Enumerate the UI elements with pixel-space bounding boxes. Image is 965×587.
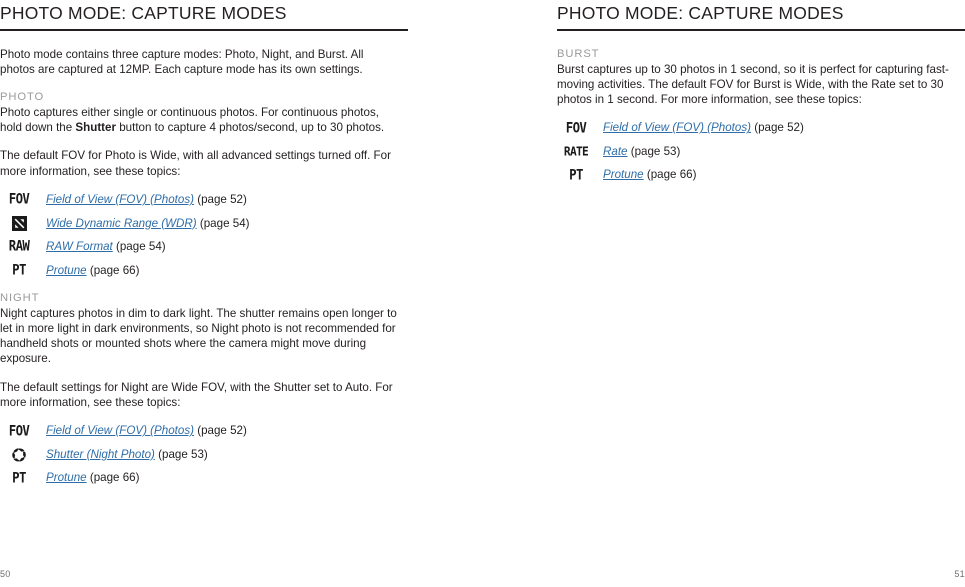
section-photo: PHOTO Photo captures either single or co… <box>0 90 400 282</box>
list-item[interactable]: Shutter (Night Photo) (page 53) <box>0 443 400 467</box>
list-item[interactable]: PT Protune (page 66) <box>557 163 957 187</box>
topic-link[interactable]: Field of View (FOV) (Photos) <box>603 121 751 134</box>
rate-icon-glyph: RATE <box>563 144 589 159</box>
list-item[interactable]: FOV Field of View (FOV) (Photos) (page 5… <box>0 419 400 443</box>
topic-page-ref: (page 66) <box>86 471 140 485</box>
list-item[interactable]: RATE Rate (page 53) <box>557 140 957 164</box>
page-title-right: PHOTO MODE: CAPTURE MODES <box>557 3 844 23</box>
section-photo-body: Photo captures either single or continuo… <box>0 105 400 135</box>
section-label-burst: BURST <box>557 47 600 60</box>
list-item[interactable]: FOV Field of View (FOV) (Photos) (page 5… <box>0 188 400 212</box>
topic-link[interactable]: Protune <box>46 471 87 484</box>
section-burst: BURST Burst captures up to 30 photos in … <box>557 47 957 187</box>
topic-page-ref: (page 53) <box>154 447 208 461</box>
list-item[interactable]: Wide Dynamic Range (WDR) (page 54) <box>0 211 400 235</box>
list-item[interactable]: FOV Field of View (FOV) (Photos) (page 5… <box>557 116 957 140</box>
topic-text: Protune (page 66) <box>603 167 696 182</box>
topic-page-ref: (page 54) <box>112 240 166 254</box>
topic-text: Protune (page 66) <box>46 470 139 485</box>
wdr-icon-svg <box>11 215 27 231</box>
topic-link[interactable]: Protune <box>603 168 644 181</box>
topic-link[interactable]: Shutter (Night Photo) <box>46 448 155 461</box>
topic-text: Field of View (FOV) (Photos) (page 52) <box>603 120 804 135</box>
section-photo-body-post: button to capture 4 photos/second, up to… <box>116 121 385 135</box>
intro-paragraph: Photo mode contains three capture modes:… <box>0 47 364 76</box>
page-number-right: 51 <box>954 569 965 579</box>
topic-link[interactable]: Rate <box>603 145 628 158</box>
shutter-term: Shutter <box>75 121 116 135</box>
topic-page-ref: (page 66) <box>86 263 140 277</box>
protune-icon-glyph: PT <box>12 260 26 278</box>
protune-icon-glyph: PT <box>569 165 583 183</box>
topic-text: Protune (page 66) <box>46 263 139 278</box>
fov-icon: FOV <box>557 118 603 136</box>
manual-page-spread: PHOTO MODE: CAPTURE MODES Photo mode con… <box>0 0 965 587</box>
raw-icon: RAW <box>0 237 46 255</box>
fov-icon-glyph: FOV <box>8 190 30 208</box>
topic-page-ref: (page 52) <box>193 193 247 207</box>
topic-page-ref: (page 52) <box>193 424 247 438</box>
page-number-left: 50 <box>0 569 11 579</box>
section-photo-lead: The default FOV for Photo is Wide, with … <box>0 149 391 178</box>
protune-icon: PT <box>0 260 46 278</box>
topic-text: Rate (page 53) <box>603 144 680 159</box>
topic-list-burst: FOV Field of View (FOV) (Photos) (page 5… <box>557 116 957 187</box>
fov-icon-glyph: FOV <box>8 421 30 439</box>
right-page-body: BURST Burst captures up to 30 photos in … <box>557 47 957 187</box>
topic-text: Field of View (FOV) (Photos) (page 52) <box>46 192 247 207</box>
section-night: NIGHT Night captures photos in dim to da… <box>0 291 400 490</box>
fov-icon: FOV <box>0 421 46 439</box>
topic-text: RAW Format (page 54) <box>46 239 166 254</box>
section-night-lead: The default settings for Night are Wide … <box>0 380 393 409</box>
page-title-left: PHOTO MODE: CAPTURE MODES <box>0 3 287 23</box>
topic-link[interactable]: Field of View (FOV) (Photos) <box>46 424 194 437</box>
wdr-icon <box>0 215 46 231</box>
list-item[interactable]: PT Protune (page 66) <box>0 258 400 282</box>
topic-text: Field of View (FOV) (Photos) (page 52) <box>46 423 247 438</box>
protune-icon-glyph: PT <box>12 468 26 486</box>
topic-link[interactable]: Field of View (FOV) (Photos) <box>46 193 194 206</box>
topic-text: Wide Dynamic Range (WDR) (page 54) <box>46 216 250 231</box>
topic-link[interactable]: Wide Dynamic Range (WDR) <box>46 217 197 230</box>
fov-icon-glyph: FOV <box>565 118 587 136</box>
protune-icon: PT <box>0 468 46 486</box>
shutter-icon <box>0 447 46 462</box>
section-night-body: Night captures photos in dim to dark lig… <box>0 306 397 366</box>
section-label-photo: PHOTO <box>0 91 45 103</box>
topic-page-ref: (page 53) <box>627 144 681 158</box>
rate-icon: RATE <box>557 144 603 159</box>
topic-link[interactable]: Protune <box>46 264 87 277</box>
fov-icon: FOV <box>0 190 46 208</box>
topic-page-ref: (page 54) <box>196 216 250 230</box>
list-item[interactable]: RAW RAW Format (page 54) <box>0 235 400 259</box>
topic-list-night: FOV Field of View (FOV) (Photos) (page 5… <box>0 419 400 490</box>
protune-icon: PT <box>557 165 603 183</box>
topic-list-photo: FOV Field of View (FOV) (Photos) (page 5… <box>0 188 400 282</box>
raw-icon-glyph: RAW <box>8 237 30 255</box>
list-item[interactable]: PT Protune (page 66) <box>0 466 400 490</box>
left-page: PHOTO MODE: CAPTURE MODES Photo mode con… <box>0 0 420 587</box>
left-page-body: Photo mode contains three capture modes:… <box>0 47 400 490</box>
section-label-night: NIGHT <box>0 291 40 304</box>
topic-link[interactable]: RAW Format <box>46 240 113 253</box>
shutter-icon-svg <box>11 448 26 462</box>
right-page: PHOTO MODE: CAPTURE MODES BURST Burst ca… <box>557 0 965 587</box>
topic-page-ref: (page 66) <box>643 168 697 182</box>
section-burst-body: Burst captures up to 30 photos in 1 seco… <box>557 62 949 106</box>
topic-text: Shutter (Night Photo) (page 53) <box>46 447 208 462</box>
topic-page-ref: (page 52) <box>750 121 804 135</box>
